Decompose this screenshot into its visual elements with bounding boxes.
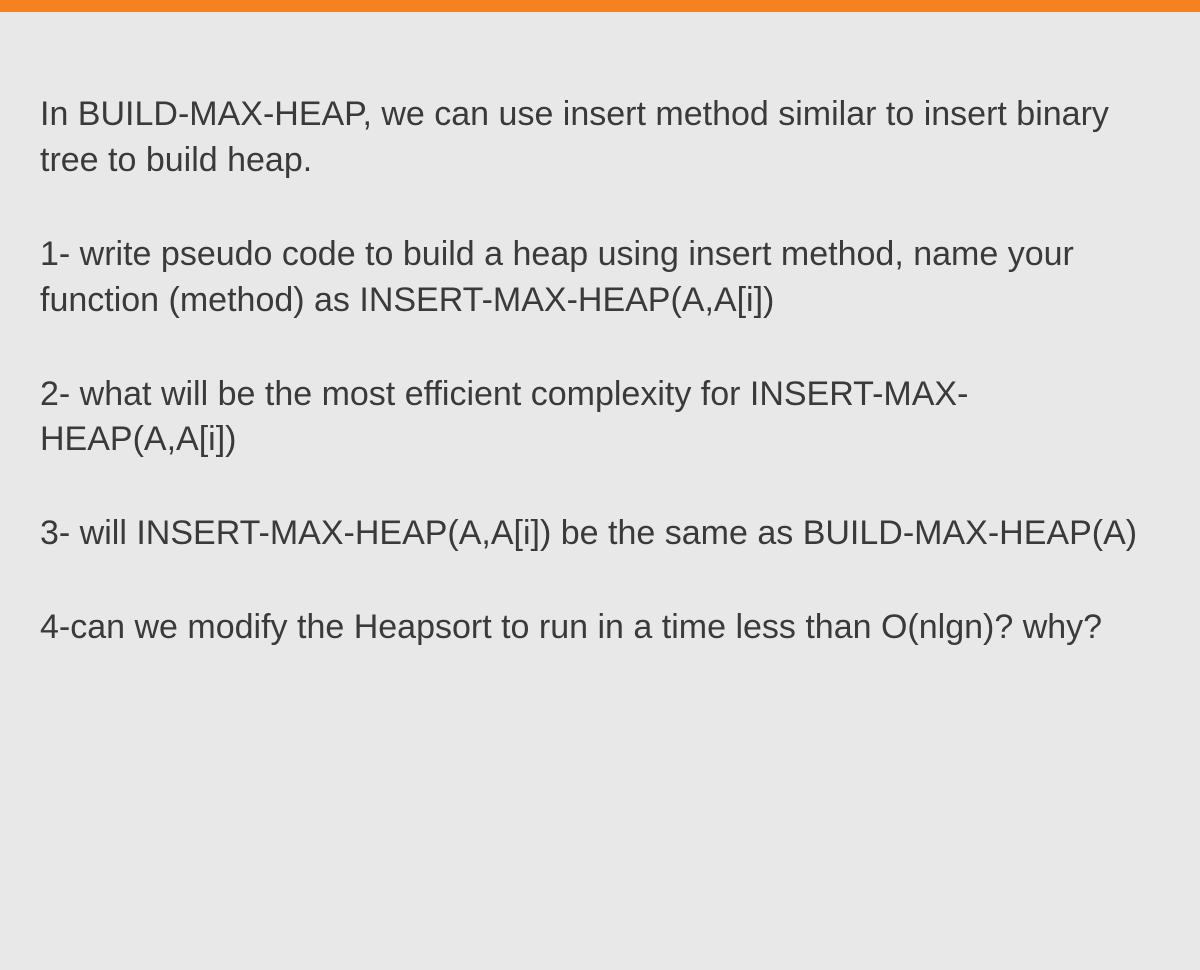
top-accent-bar [0,0,1200,12]
question-1: 1- write pseudo code to build a heap usi… [40,232,1160,324]
question-2: 2- what will be the most efficient compl… [40,372,1160,464]
intro-paragraph: In BUILD-MAX-HEAP, we can use insert met… [40,92,1160,184]
document-content: In BUILD-MAX-HEAP, we can use insert met… [0,12,1200,739]
question-4: 4-can we modify the Heapsort to run in a… [40,605,1160,651]
question-3: 3- will INSERT-MAX-HEAP(A,A[i]) be the s… [40,511,1160,557]
